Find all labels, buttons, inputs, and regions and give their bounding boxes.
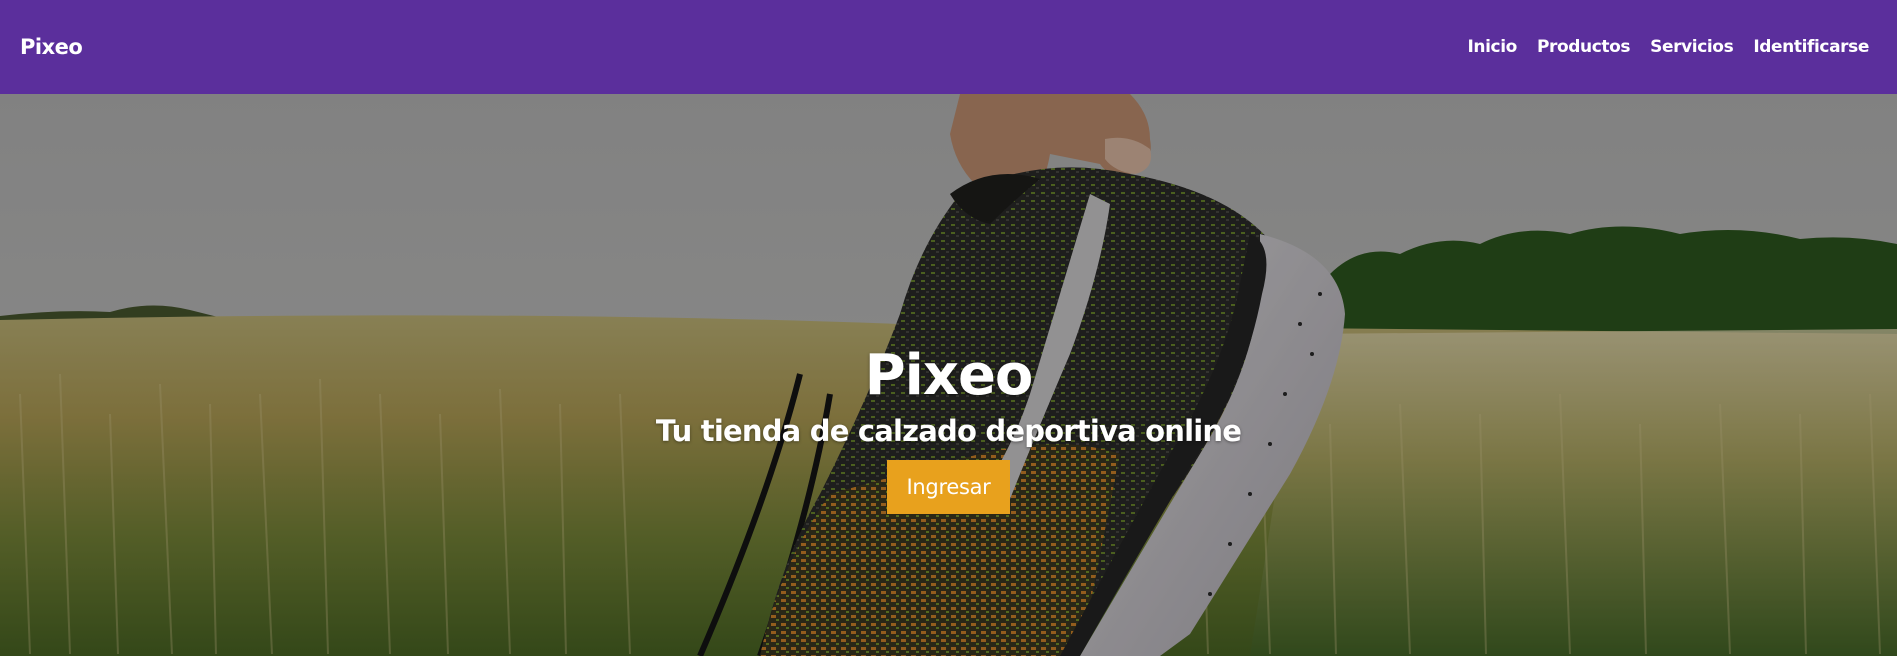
nav-links: Inicio Productos Servicios Identificarse: [1467, 37, 1869, 57]
hero-title: Pixeo: [864, 343, 1034, 408]
hero-section: Pixeo Tu tienda de calzado deportiva onl…: [0, 94, 1897, 656]
hero-content: Pixeo Tu tienda de calzado deportiva onl…: [0, 344, 1897, 514]
brand-logo-link[interactable]: Pixeo: [20, 35, 83, 59]
ingresar-button[interactable]: Ingresar: [886, 460, 1011, 514]
hero-subtitle: Tu tienda de calzado deportiva online: [655, 414, 1242, 448]
top-navbar: Pixeo Inicio Productos Servicios Identif…: [0, 0, 1897, 94]
nav-link-productos[interactable]: Productos: [1537, 37, 1631, 57]
nav-link-inicio[interactable]: Inicio: [1467, 37, 1517, 57]
nav-link-servicios[interactable]: Servicios: [1650, 37, 1734, 57]
nav-link-identificarse[interactable]: Identificarse: [1753, 37, 1869, 57]
